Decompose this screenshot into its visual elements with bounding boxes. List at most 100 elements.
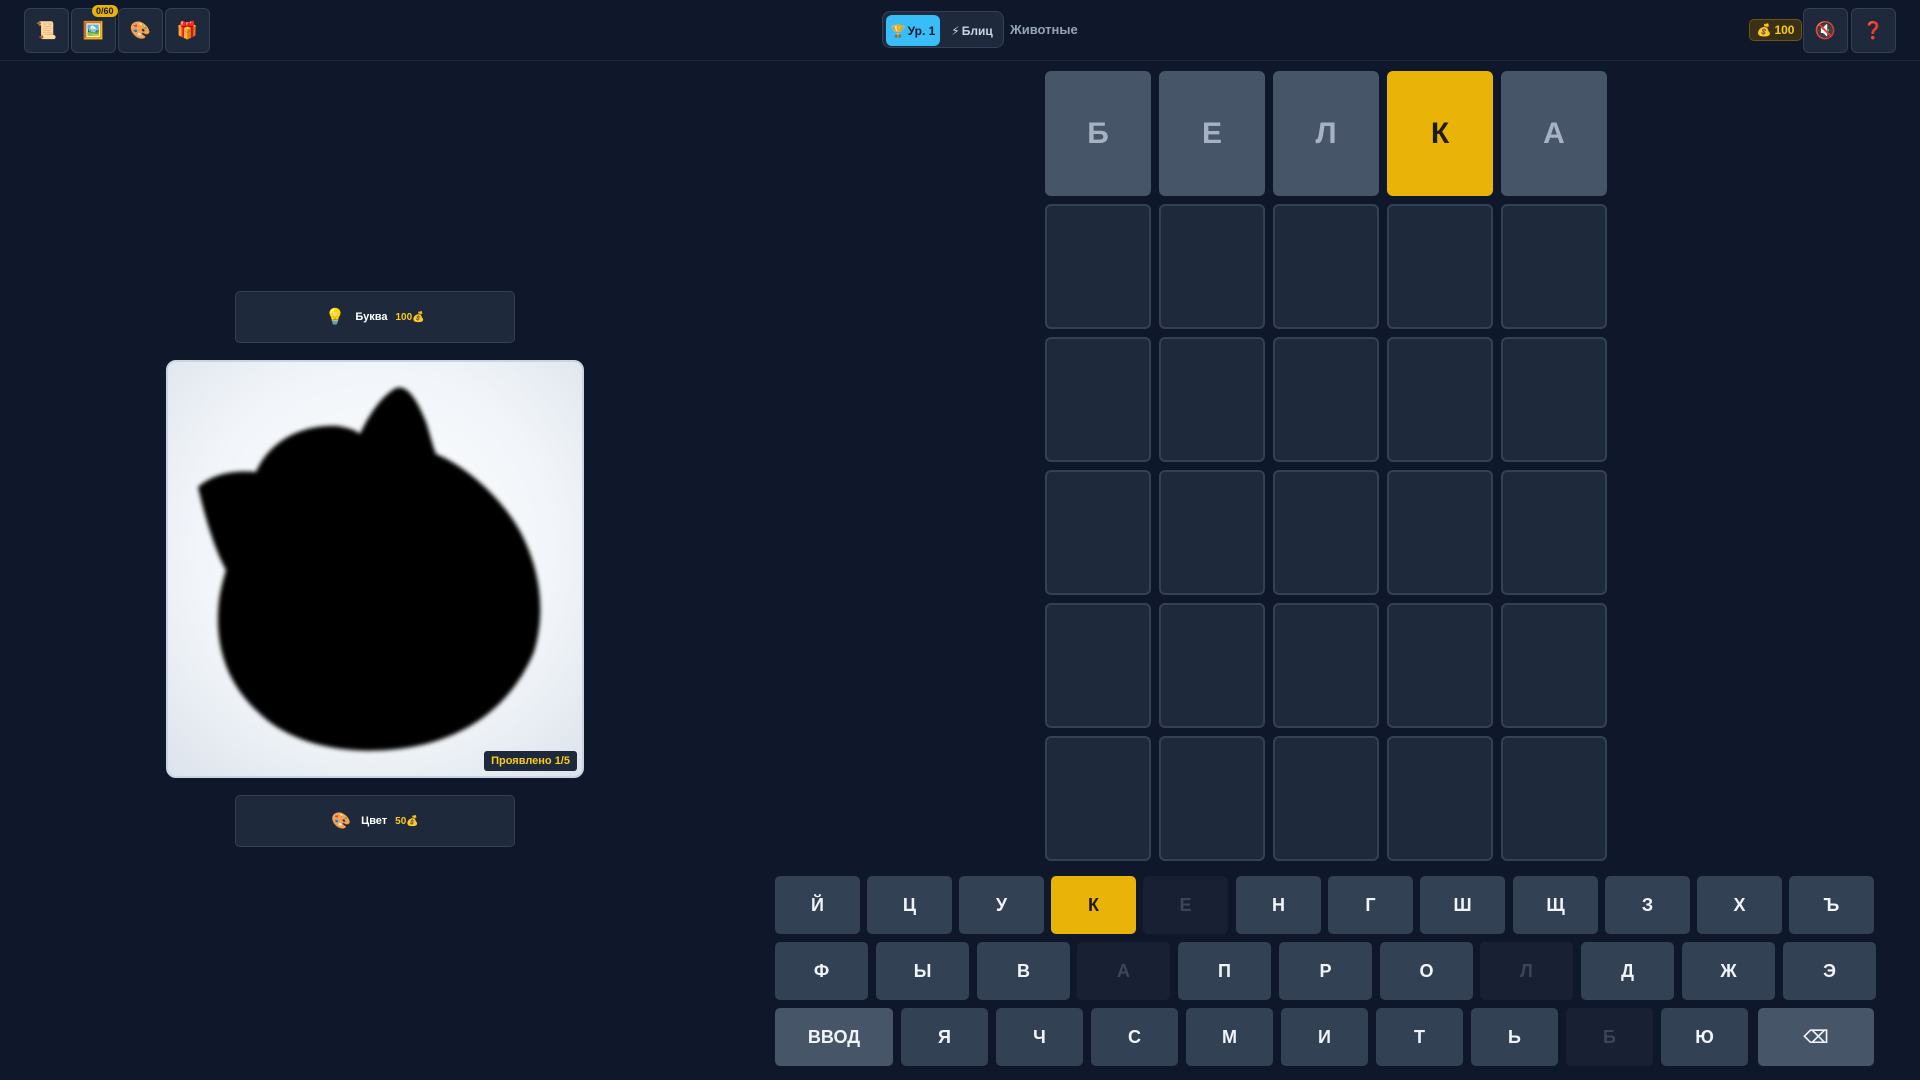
key-т[interactable]: Т [1376,1008,1463,1066]
key-л[interactable]: Л [1480,942,1573,1000]
board-tile [1501,736,1607,861]
board-tile [1387,204,1493,329]
board-tile [1159,470,1265,595]
gallery-button[interactable]: 🖼️ 0/60 [71,5,118,53]
level-mode-label: Ур. 1 [907,23,936,38]
letter-hint-button[interactable]: 💡 Буква 100💰 [235,291,515,343]
board-tile: Е [1159,71,1265,196]
key-й[interactable]: Й [775,876,860,934]
key-и[interactable]: И [1281,1008,1368,1066]
gallery-count-badge: 0/60 [92,5,118,17]
key-к[interactable]: К [1051,876,1136,934]
top-bar: 📜 🖼️ 0/60 🎨 🎁 🏆 Ур. 1 ⚡ Блиц Животные 💰 … [0,0,1920,61]
revealed-progress-badge: Проявлено 1/5 [484,751,577,771]
backspace-key[interactable]: ⌫ [1758,1008,1874,1066]
board-tile: Б [1045,71,1151,196]
animal-silhouette-picture: Проявлено 1/5 [166,360,584,778]
color-hint-cost: 50💰 [395,815,419,827]
key-ч[interactable]: Ч [996,1008,1083,1066]
board-tile [1273,736,1379,861]
coin-balance: 💰 100 [1749,19,1802,41]
category-label: Животные [1010,22,1078,37]
level-mode-button[interactable]: 🏆 Ур. 1 [886,15,940,46]
key-ъ[interactable]: Ъ [1789,876,1874,934]
board-tile [1159,603,1265,728]
board-tile [1159,736,1265,861]
board-tile [1045,337,1151,462]
gift-button[interactable]: 🎁 [165,8,210,53]
color-hint-button[interactable]: 🎨 Цвет 50💰 [235,795,515,847]
blitz-mode-label: Блиц [961,23,993,38]
board-tile: А [1501,71,1607,196]
letter-hint-label: Буква [355,311,388,323]
key-б[interactable]: Б [1566,1008,1653,1066]
key-я[interactable]: Я [901,1008,988,1066]
key-х[interactable]: Х [1697,876,1782,934]
key-ж[interactable]: Ж [1682,942,1775,1000]
key-р[interactable]: Р [1279,942,1372,1000]
key-с[interactable]: С [1091,1008,1178,1066]
scroll-icon: 📜 [35,21,58,40]
key-ь[interactable]: Ь [1471,1008,1558,1066]
coin-amount: 100 [1774,23,1795,37]
board-tile [1273,337,1379,462]
key-ш[interactable]: Ш [1420,876,1505,934]
color-hint-label: Цвет [361,815,388,827]
trophy-icon: 🏆 [890,23,906,38]
board-tile [1273,204,1379,329]
silhouette-image [198,387,541,751]
key-з[interactable]: З [1605,876,1690,934]
coin-bag-icon: 💰 [1756,23,1772,37]
key-д[interactable]: Д [1581,942,1674,1000]
key-н[interactable]: Н [1236,876,1321,934]
key-ю[interactable]: Ю [1661,1008,1748,1066]
board-tile [1387,470,1493,595]
board-tile [1045,603,1151,728]
board-tile [1501,337,1607,462]
key-ф[interactable]: Ф [775,942,868,1000]
palette-icon: 🎨 [129,21,152,40]
key-в[interactable]: В [977,942,1070,1000]
picture-icon: 🖼️ [82,21,105,40]
key-п[interactable]: П [1178,942,1271,1000]
key-ц[interactable]: Ц [867,876,952,934]
theme-button[interactable]: 🎨 [118,8,163,53]
board-tile [1387,736,1493,861]
board-tile [1273,603,1379,728]
question-icon: ❓ [1862,21,1885,40]
key-м[interactable]: М [1186,1008,1273,1066]
board-tile [1387,337,1493,462]
lightbulb-icon: 💡 [325,309,346,326]
sound-toggle-button[interactable]: 🔇 [1803,8,1848,53]
board-tile [1387,603,1493,728]
board-tile [1501,470,1607,595]
key-щ[interactable]: Щ [1513,876,1598,934]
board-tile: Л [1273,71,1379,196]
board-tile [1159,337,1265,462]
history-button[interactable]: 📜 [24,8,69,53]
board-tile [1045,470,1151,595]
gift-icon: 🎁 [176,21,199,40]
mode-switch: 🏆 Ур. 1 ⚡ Блиц [882,11,1004,48]
help-button[interactable]: ❓ [1851,8,1896,53]
board-tile [1045,204,1151,329]
key-ы[interactable]: Ы [876,942,969,1000]
board-tile [1159,204,1265,329]
lightning-icon: ⚡ [951,23,960,38]
board-tile: К [1387,71,1493,196]
letter-hint-cost: 100💰 [395,311,425,323]
enter-key[interactable]: ВВОД [775,1008,893,1066]
blitz-mode-button[interactable]: ⚡ Блиц [943,15,1001,46]
board-tile [1501,204,1607,329]
mute-icon: 🔇 [1814,21,1837,40]
key-е[interactable]: Е [1143,876,1228,934]
key-а[interactable]: А [1077,942,1170,1000]
board-tile [1273,470,1379,595]
board-tile [1501,603,1607,728]
key-г[interactable]: Г [1328,876,1413,934]
palette-icon: 🎨 [331,813,352,830]
board-tile [1045,736,1151,861]
key-э[interactable]: Э [1783,942,1876,1000]
key-о[interactable]: О [1380,942,1473,1000]
key-у[interactable]: У [959,876,1044,934]
